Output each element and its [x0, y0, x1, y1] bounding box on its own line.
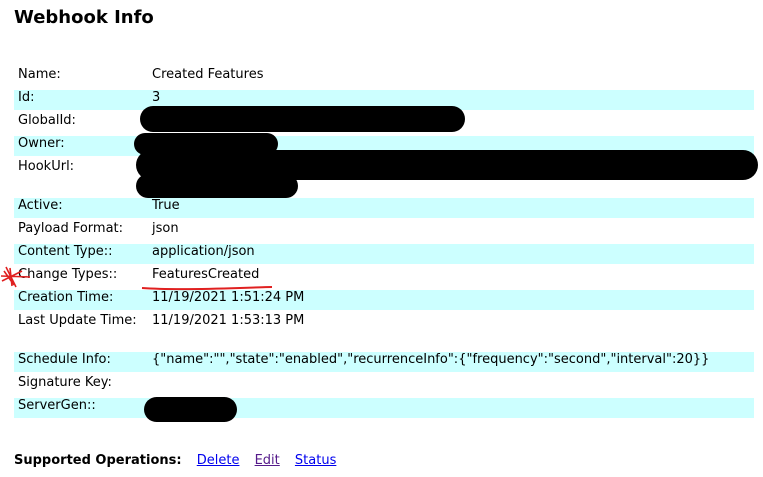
row-value	[148, 398, 754, 418]
row-label: Id:	[14, 90, 148, 110]
row-label: Schedule Info:	[14, 352, 148, 372]
table-row: Active: True	[14, 198, 754, 218]
row-value: {"name":"","state":"enabled","recurrence…	[148, 352, 754, 372]
red-star-icon	[0, 266, 31, 288]
delete-link[interactable]: Delete	[197, 453, 240, 468]
edit-link[interactable]: Edit	[255, 453, 280, 468]
row-label: Last Update Time:	[18, 313, 137, 328]
row-label: HookUrl:	[18, 159, 75, 174]
row-value: application/json	[148, 244, 754, 264]
table-row: Name: Created Features	[14, 67, 754, 87]
row-label: Owner:	[14, 136, 148, 156]
row-value	[148, 375, 754, 395]
row-label: Payload Format:	[18, 221, 124, 236]
supported-operations: Supported Operations: Delete Edit Status	[14, 453, 347, 468]
table-row: Creation Time: 11/19/2021 1:51:24 PM	[14, 290, 754, 310]
redaction-servergen	[144, 397, 237, 422]
red-underline-annotation	[141, 286, 273, 291]
row-label: Signature Key:	[18, 375, 112, 390]
table-row: Signature Key:	[14, 375, 754, 395]
supported-operations-label: Supported Operations:	[14, 453, 182, 468]
redaction-hookurl-2	[136, 174, 298, 198]
table-row: Schedule Info: {"name":"","state":"enabl…	[14, 352, 754, 372]
table-row: Change Types:: FeaturesCreated	[14, 267, 754, 287]
row-label: Content Type::	[14, 244, 148, 264]
status-link[interactable]: Status	[295, 453, 336, 468]
row-label: GlobalId:	[18, 113, 76, 128]
row-label: ServerGen::	[14, 398, 148, 418]
table-row: ServerGen::	[14, 398, 754, 418]
row-value: 11/19/2021 1:53:13 PM	[152, 313, 305, 328]
table-row: Payload Format: json	[14, 221, 754, 241]
table-row: Content Type:: application/json	[14, 244, 754, 264]
row-label: Active:	[14, 198, 148, 218]
row-label: Name:	[18, 67, 61, 82]
row-value: Created Features	[152, 67, 264, 82]
page-title: Webhook Info	[14, 7, 154, 28]
row-label: Creation Time:	[14, 290, 148, 310]
table-row: Last Update Time: 11/19/2021 1:53:13 PM	[14, 313, 754, 349]
redaction-globalid	[140, 106, 465, 132]
row-value: FeaturesCreated	[152, 267, 260, 282]
row-value: 11/19/2021 1:51:24 PM	[148, 290, 754, 310]
row-value: json	[152, 221, 179, 236]
row-value: True	[148, 198, 754, 218]
